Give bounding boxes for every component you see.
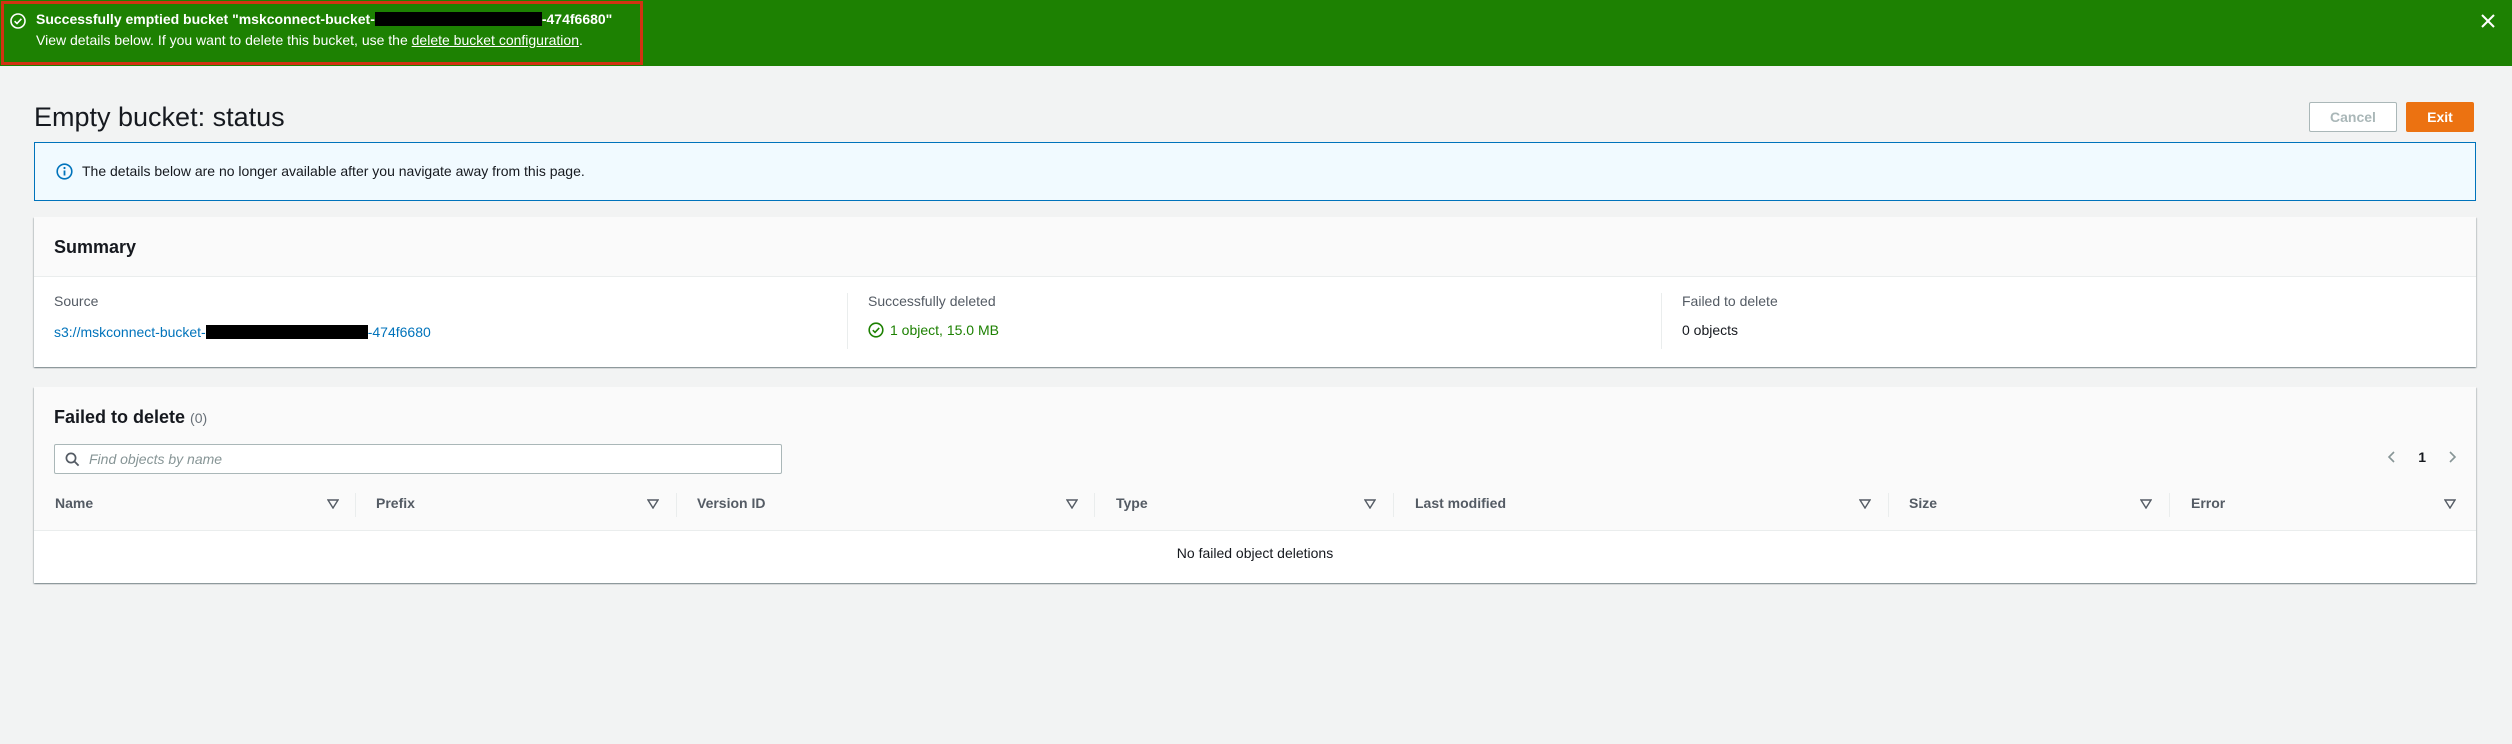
check-circle-icon [868, 322, 884, 338]
sort-caret-icon[interactable] [1364, 499, 1376, 509]
column-divider [847, 293, 848, 349]
column-divider[interactable] [355, 493, 356, 517]
column-divider[interactable] [1888, 493, 1889, 517]
sort-caret-icon[interactable] [1859, 499, 1871, 509]
column-header-size[interactable]: Size [1909, 495, 1937, 515]
info-text: The details below are no longer availabl… [82, 163, 585, 179]
chevron-right-icon[interactable] [2444, 449, 2460, 465]
deleted-value-text: 1 object, 15.0 MB [890, 322, 999, 338]
close-icon[interactable] [2478, 11, 2498, 31]
column-header-type[interactable]: Type [1116, 495, 1148, 515]
summary-card: Summary Source s3://mskconnect-bucket- -4… [34, 217, 2476, 367]
source-column: Source s3://mskconnect-bucket- -474f6680 [54, 293, 431, 349]
source-link-prefix: s3://mskconnect-bucket- [54, 324, 206, 340]
failed-title: Failed to delete (0) [54, 407, 207, 428]
source-label: Source [54, 293, 99, 309]
search-icon [65, 452, 80, 467]
summary-title: Summary [54, 237, 137, 257]
failed-column: Failed to delete 0 objects [1682, 293, 1778, 349]
page-title: Empty bucket: status [34, 102, 285, 132]
info-alert: The details below are no longer availabl… [34, 142, 2476, 201]
sort-caret-icon[interactable] [2444, 499, 2456, 509]
sort-caret-icon[interactable] [327, 499, 339, 509]
sort-caret-icon[interactable] [647, 499, 659, 509]
column-divider [1661, 293, 1662, 349]
column-divider[interactable] [1393, 493, 1394, 517]
summary-header: Summary [34, 217, 2476, 277]
failed-count: (0) [190, 410, 208, 426]
redacted-block [205, 325, 368, 339]
column-header-prefix[interactable]: Prefix [376, 495, 415, 515]
column-header-last-modified[interactable]: Last modified [1415, 495, 1506, 515]
failed-value: 0 objects [1682, 322, 1739, 338]
failed-title-text: Failed to delete [54, 407, 186, 427]
failed-to-delete-card: Failed to delete (0) 1 Name Prefix Versi… [34, 387, 2476, 583]
column-header-error[interactable]: Error [2191, 495, 2225, 515]
failed-label: Failed to delete [1682, 293, 1778, 309]
cancel-button[interactable]: Cancel [2309, 102, 2397, 132]
source-link-suffix: -474f6680 [367, 324, 431, 340]
search-field[interactable] [54, 444, 782, 474]
deleted-label: Successfully deleted [868, 293, 996, 309]
sort-caret-icon[interactable] [1066, 499, 1078, 509]
pagination: 1 [2384, 447, 2460, 467]
sort-caret-icon[interactable] [2140, 499, 2152, 509]
failed-header: Failed to delete (0) 1 Name Prefix Versi… [34, 387, 2476, 531]
deleted-column: Successfully deleted 1 object, 15.0 MB [868, 293, 999, 349]
column-divider[interactable] [1094, 493, 1095, 517]
column-divider[interactable] [2169, 493, 2170, 517]
source-link[interactable]: s3://mskconnect-bucket- -474f6680 [54, 324, 431, 340]
deleted-value: 1 object, 15.0 MB [868, 322, 999, 338]
highlight-box [1, 1, 643, 65]
empty-table-message: No failed object deletions [1176, 545, 1334, 561]
chevron-left-icon[interactable] [2384, 449, 2400, 465]
column-header-name[interactable]: Name [55, 495, 93, 515]
page-number[interactable]: 1 [2414, 447, 2430, 467]
exit-button[interactable]: Exit [2406, 102, 2474, 132]
column-header-version-id[interactable]: Version ID [697, 495, 765, 515]
success-flash-banner: Successfully emptied bucket "mskconnect-… [0, 0, 2512, 66]
info-icon [56, 163, 73, 180]
column-divider[interactable] [676, 493, 677, 517]
search-input[interactable] [89, 449, 769, 469]
